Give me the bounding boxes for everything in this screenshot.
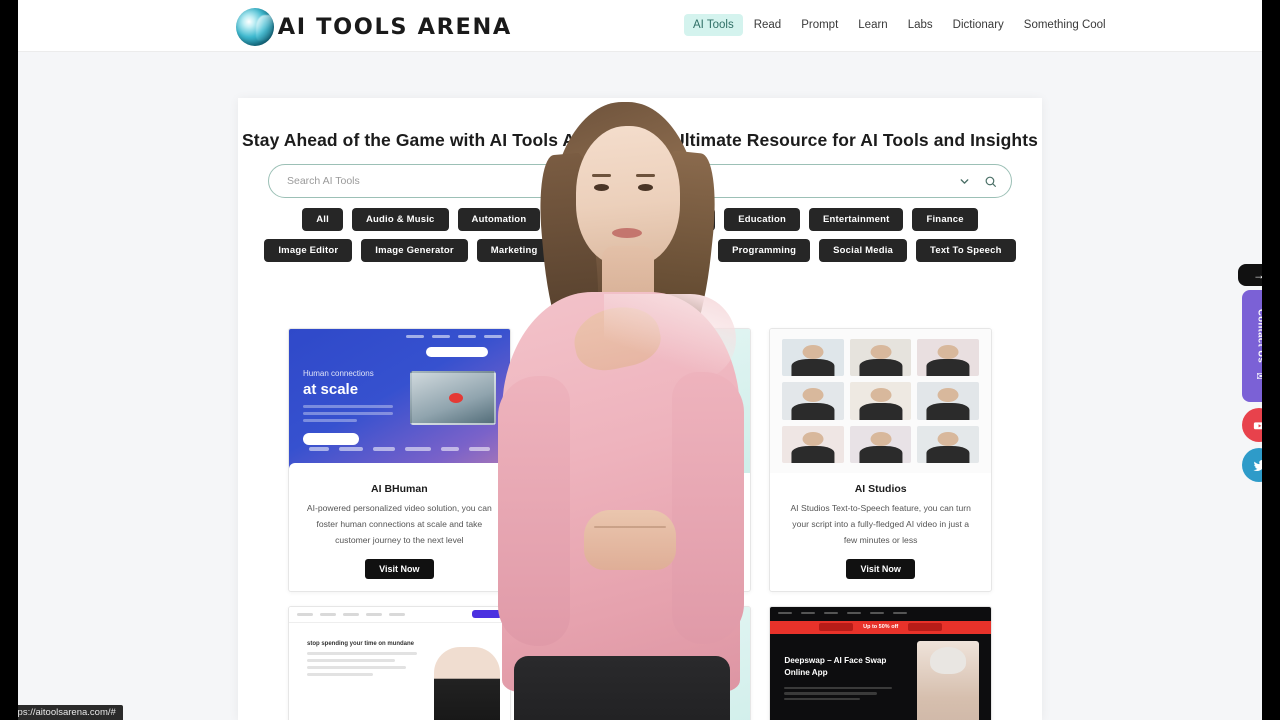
page-root: AI TOOLS ARENA AI Tools Read Prompt Lear… [0, 0, 1280, 720]
nav-item-labs[interactable]: Labs [899, 14, 942, 36]
category-tag-image-editor[interactable]: Image Editor [264, 239, 353, 262]
main-nav: AI Tools Read Prompt Learn Labs Dictiona… [684, 14, 1115, 36]
tool-card-title: AI Studios [854, 483, 907, 495]
thumb-headline-small: Human connections [303, 369, 374, 378]
video-bezel-right [1262, 0, 1280, 720]
brand-name: AI TOOLS ARENA [277, 14, 512, 40]
category-tag-marketing[interactable]: Marketing [476, 239, 552, 262]
category-tag-productivity[interactable]: Productivity [623, 239, 710, 262]
nav-item-dictionary[interactable]: Dictionary [944, 14, 1013, 36]
tool-card-description: Me... plat... [618, 491, 662, 501]
tool-card[interactable]: Me... plat... Visit Now [528, 328, 752, 592]
category-tag-video-editor[interactable]: Video Editor [596, 270, 684, 293]
category-tag-automation[interactable]: Automation [457, 208, 541, 231]
tool-card-grid: Human connections at scale AI BHuman AI-… [288, 328, 992, 720]
category-tag-copywriting[interactable]: Copywriting [630, 208, 716, 231]
category-tag-education[interactable]: Education [724, 208, 800, 231]
tool-card[interactable]: AI Studios AI Studios Text-to-Speech fea… [769, 328, 992, 592]
category-tag-text-to-speech[interactable]: Text To Speech [916, 239, 1016, 262]
browser-status-bar: https://aitoolsarena.com/# [0, 705, 123, 720]
thumb-headline: stop spending your time on mundane [307, 640, 415, 647]
search-icon[interactable] [977, 168, 1003, 194]
tool-card[interactable] [528, 605, 752, 720]
tool-card[interactable]: Human connections at scale AI BHuman AI-… [288, 328, 511, 592]
tool-thumbnail-article: stop spending your time on mundane [289, 606, 510, 720]
category-tag-programming[interactable]: Programming [718, 239, 811, 262]
visit-now-button[interactable]: Visit Now [365, 558, 434, 579]
hero-card: Stay Ahead of the Game with AI Tools Are… [238, 98, 1042, 720]
tool-card-title: AI BHuman [371, 483, 428, 495]
category-tag-social-media[interactable]: Social Media [819, 239, 908, 262]
tool-card[interactable]: Up to 50% off Deepswap – AI Face Swap On… [769, 605, 992, 720]
thumb-headline: Deepswap – AI Face Swap Online App [784, 655, 887, 677]
page-title: Stay Ahead of the Game with AI Tools Are… [242, 130, 1038, 150]
visit-now-button[interactable]: Visit Now [605, 514, 675, 535]
nav-item-prompt[interactable]: Prompt [792, 14, 847, 36]
brand-logo[interactable]: AI TOOLS ARENA [236, 8, 510, 46]
tool-thumbnail-hidden [529, 606, 751, 720]
category-tag-audio-music[interactable]: Audio & Music [351, 208, 449, 231]
category-tag-business[interactable]: Business [549, 208, 622, 231]
nav-item-something-cool[interactable]: Something Cool [1015, 14, 1115, 36]
nav-item-read[interactable]: Read [745, 14, 791, 36]
nav-item-ai-tools[interactable]: AI Tools [684, 14, 743, 36]
nav-item-learn[interactable]: Learn [849, 14, 896, 36]
tool-card[interactable]: stop spending your time on mundane [288, 605, 511, 720]
tool-thumbnail-bhuman: Human connections at scale [289, 329, 510, 473]
chevron-down-icon[interactable] [951, 168, 977, 194]
search-bar[interactable] [268, 164, 1012, 198]
category-tag-finance[interactable]: Finance [912, 208, 978, 231]
tool-thumbnail-metaverse [529, 329, 751, 473]
tool-card-description: AI-powered personalized video solution, … [306, 503, 492, 545]
search-input[interactable] [269, 175, 951, 187]
video-bezel-left [0, 0, 18, 720]
category-tag-other[interactable]: Other [560, 239, 615, 262]
category-filter-list: All Audio & Music Automation Business Co… [260, 208, 1020, 293]
lion-mascot-logo-icon [236, 8, 274, 46]
tool-card-description: AI Studios Text-to-Speech feature, you c… [790, 503, 971, 545]
site-header: AI TOOLS ARENA AI Tools Read Prompt Lear… [0, 0, 1280, 52]
tool-card-title [530, 473, 751, 489]
category-tag-all[interactable]: All [302, 208, 343, 231]
tool-thumbnail-deepswap: Up to 50% off Deepswap – AI Face Swap On… [770, 606, 991, 720]
tool-thumbnail-ai-studios [770, 329, 991, 473]
category-tag-entertainment[interactable]: Entertainment [808, 208, 904, 231]
thumb-banner-text: Up to 50% off [863, 624, 899, 631]
visit-now-button[interactable]: Visit Now [846, 558, 915, 579]
thumb-headline-big: at scale [303, 381, 359, 398]
category-tag-image-generator[interactable]: Image Generator [361, 239, 468, 262]
